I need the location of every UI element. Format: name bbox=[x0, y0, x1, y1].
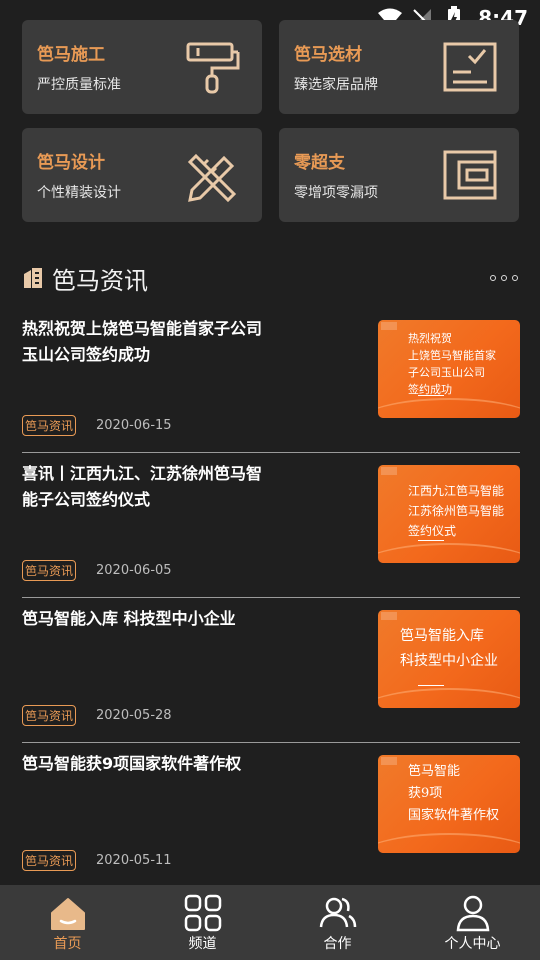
wallet-icon bbox=[443, 150, 497, 200]
grid-icon bbox=[184, 894, 221, 932]
news-title: 热烈祝贺上饶笆马智能首家子公司玉山公司签约成功 bbox=[22, 319, 263, 364]
news-item[interactable]: 笆马智能获9项国家软件著作权 笆马资讯 2020-05-11 笆马智能 获9项 … bbox=[22, 743, 520, 888]
thumb-text: 笆马智能入库 科技型中小企业 bbox=[400, 628, 498, 669]
news-building-icon bbox=[24, 268, 42, 288]
bottom-tab-bar: 首页 频道 合作 个人中心 bbox=[0, 885, 540, 960]
news-item[interactable]: 热烈祝贺上饶笆马智能首家子公司玉山公司签约成功 笆马资讯 2020-06-15 … bbox=[22, 308, 520, 453]
paint-roller-icon bbox=[186, 42, 240, 94]
more-icon[interactable] bbox=[490, 275, 518, 281]
news-thumbnail: 江西九江笆马智能 江苏徐州笆马智能 签约仪式 bbox=[378, 465, 520, 563]
card-no-overspend[interactable]: 零超支 零增项零漏项 bbox=[279, 128, 519, 222]
pencil-ruler-icon bbox=[187, 153, 237, 203]
home-icon bbox=[50, 898, 85, 930]
service-cards: 笆马施工 严控质量标准 笆马选材 臻选家居品牌 笆马设计 个性精装设计 零超支 … bbox=[22, 20, 520, 222]
news-item[interactable]: 笆马智能入库 科技型中小企业 笆马资讯 2020-05-28 笆马智能入库 科技… bbox=[22, 598, 520, 743]
news-tag: 笆马资讯 bbox=[22, 415, 77, 436]
user-icon bbox=[456, 895, 489, 932]
tab-profile[interactable]: 个人中心 bbox=[405, 885, 540, 960]
thumb-text: 江西九江笆马智能 江苏徐州笆马智能 签约仪式 bbox=[408, 484, 505, 538]
card-materials[interactable]: 笆马选材 臻选家居品牌 bbox=[279, 20, 519, 114]
section-header: 笆马资讯 bbox=[22, 258, 520, 298]
news-date: 2020-05-11 bbox=[96, 853, 172, 868]
news-list: 热烈祝贺上饶笆马智能首家子公司玉山公司签约成功 笆马资讯 2020-06-15 … bbox=[22, 308, 520, 888]
card-construction[interactable]: 笆马施工 严控质量标准 bbox=[22, 20, 262, 114]
news-meta: 笆马资讯 2020-06-05 bbox=[22, 560, 172, 581]
news-title: 喜讯丨江西九江、江苏徐州笆马智能子公司签约仪式 bbox=[22, 464, 263, 509]
news-thumbnail: 笆马智能入库 科技型中小企业 bbox=[378, 610, 520, 708]
news-meta: 笆马资讯 2020-05-11 bbox=[22, 850, 172, 871]
tab-label: 个人中心 bbox=[444, 936, 501, 952]
news-date: 2020-06-15 bbox=[96, 418, 172, 433]
news-meta: 笆马资讯 2020-06-15 bbox=[22, 415, 172, 436]
thumb-logo bbox=[381, 467, 397, 475]
news-thumbnail: 笆马智能 获9项 国家软件著作权 bbox=[378, 755, 520, 853]
checklist-icon bbox=[443, 42, 497, 92]
news-item[interactable]: 喜讯丨江西九江、江苏徐州笆马智能子公司签约仪式 笆马资讯 2020-06-05 … bbox=[22, 453, 520, 598]
tab-label: 频道 bbox=[188, 936, 217, 952]
news-date: 2020-05-28 bbox=[96, 708, 172, 723]
news-title: 笆马智能获9项国家软件著作权 bbox=[22, 754, 242, 773]
thumb-text: 笆马智能 获9项 国家软件著作权 bbox=[408, 764, 500, 823]
news-tag: 笆马资讯 bbox=[22, 705, 77, 726]
thumb-logo bbox=[381, 757, 397, 765]
tab-channel[interactable]: 频道 bbox=[135, 885, 270, 960]
thumb-logo bbox=[381, 322, 397, 330]
tab-label: 合作 bbox=[323, 936, 352, 952]
news-thumbnail: 热烈祝贺 上饶笆马智能首家 子公司玉山公司 签约成功 bbox=[378, 320, 520, 418]
tab-label: 首页 bbox=[53, 936, 82, 952]
news-tag: 笆马资讯 bbox=[22, 560, 77, 581]
thumb-text: 热烈祝贺 上饶笆马智能首家 子公司玉山公司 签约成功 bbox=[408, 332, 496, 396]
news-tag: 笆马资讯 bbox=[22, 850, 77, 871]
users-icon bbox=[319, 897, 356, 928]
news-meta: 笆马资讯 2020-05-28 bbox=[22, 705, 172, 726]
tab-cooperation[interactable]: 合作 bbox=[270, 885, 405, 960]
news-date: 2020-06-05 bbox=[96, 563, 172, 578]
thumb-logo bbox=[381, 612, 397, 620]
card-design[interactable]: 笆马设计 个性精装设计 bbox=[22, 128, 262, 222]
news-title: 笆马智能入库 科技型中小企业 bbox=[22, 609, 236, 628]
tab-home[interactable]: 首页 bbox=[0, 885, 135, 960]
section-title: 笆马资讯 bbox=[52, 266, 148, 295]
